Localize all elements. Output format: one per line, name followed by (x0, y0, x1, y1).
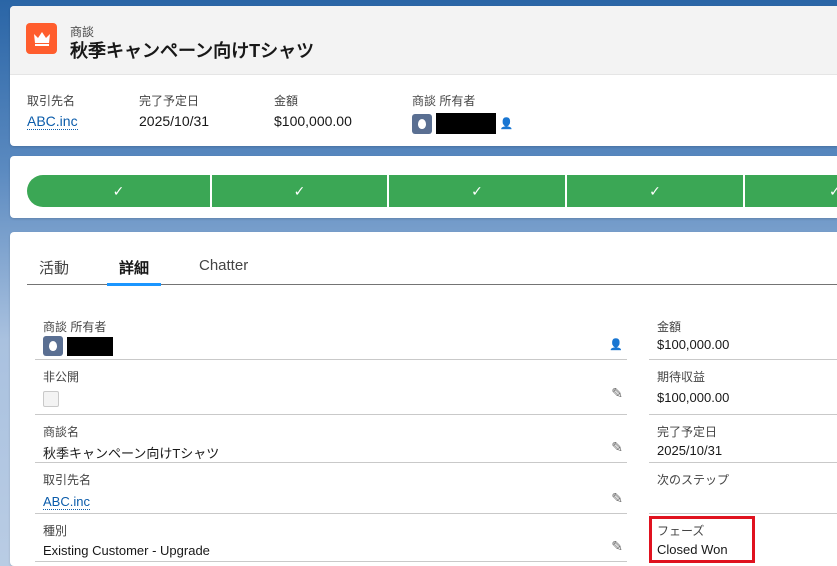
field-label: 商談 所有者 (43, 320, 107, 334)
field-next-step: 次のステップ (649, 463, 837, 514)
field-private: 非公開 ✎ (35, 360, 627, 415)
field-label: 期待収益 (657, 370, 706, 384)
field-label: 商談名 (43, 425, 80, 439)
field-type: 種別 Existing Customer - Upgrade ✎ (35, 514, 627, 562)
path-stage-3[interactable]: ✓ (389, 175, 565, 207)
check-icon: ✓ (649, 182, 661, 199)
field-expected-revenue: 期待収益 $100,000.00 (649, 360, 837, 415)
owner-avatar[interactable] (412, 113, 432, 134)
path-stage-5[interactable]: ✓ (745, 175, 837, 207)
field-label: 取引先名 (43, 473, 92, 487)
field-value: $100,000.00 (657, 390, 730, 405)
field-opportunity-name: 商談名秋季キャンペーン向けTシャツ ✎ (35, 415, 627, 463)
field-value: $100,000.00 (657, 337, 730, 352)
tab-chatter[interactable]: Chatter (199, 257, 248, 274)
pencil-icon[interactable]: ✎ (611, 385, 623, 402)
account-link[interactable]: ABC.inc (43, 494, 90, 510)
owner-avatar[interactable] (43, 336, 63, 356)
field-label: 非公開 (43, 370, 80, 384)
field-value: 秋季キャンペーン向けTシャツ (43, 446, 220, 461)
field-value: 2025/10/31 (657, 443, 723, 458)
header-field-amount: 金額 $100,000.00 (274, 92, 352, 129)
check-icon: ✓ (829, 182, 837, 199)
check-icon: ✓ (293, 182, 306, 199)
field-label: 次のステップ (657, 473, 730, 487)
record-header: 商談 秋季キャンペーン向けTシャツ 取引先名 ABC.inc 完了予定日 2025/… (10, 6, 837, 146)
record-title: 秋季キャンペーン向けTシャツ (70, 41, 315, 61)
field-close-date: 完了予定日 2025/10/31 (649, 415, 837, 463)
redacted-owner-name[interactable] (435, 113, 496, 134)
header-field-account: 取引先名 ABC.inc (27, 92, 78, 130)
sales-path: ✓ ✓ ✓ ✓ ✓ (10, 156, 837, 218)
path-stage-4[interactable]: ✓ (567, 175, 743, 207)
field-value: Existing Customer - Upgrade (43, 543, 210, 558)
field-label: 商談 所有者 (412, 94, 476, 108)
field-label: 金額 (657, 320, 682, 334)
field-value: $100,000.00 (274, 113, 352, 129)
field-label: 取引先名 (27, 94, 76, 108)
redacted-owner-name[interactable] (66, 336, 113, 356)
field-amount: 金額 $100,000.00 (649, 310, 837, 360)
check-icon: ✓ (112, 182, 125, 199)
field-label: 完了予定日 (139, 94, 200, 108)
field-label: 完了予定日 (657, 425, 718, 439)
pencil-icon[interactable]: ✎ (611, 490, 623, 507)
path-stage-2[interactable]: ✓ (212, 175, 387, 207)
pencil-icon[interactable]: ✎ (611, 439, 623, 456)
field-account: 取引先名 ABC.inc ✎ (35, 463, 627, 514)
tab-bar: 活動 詳細 Chatter (27, 250, 837, 286)
check-icon: ✓ (471, 182, 483, 199)
field-label: 種別 (43, 524, 68, 538)
change-owner-icon[interactable]: 👤 (500, 118, 514, 130)
tab-details[interactable]: 詳細 (106, 257, 162, 286)
header-field-owner: 商談 所有者 👤 (412, 92, 513, 134)
field-label: 金額 (274, 94, 299, 108)
crown-icon (26, 23, 57, 54)
highlight-box (649, 516, 755, 563)
path-stage-1[interactable]: ✓ (27, 175, 210, 207)
tab-activity[interactable]: 活動 (39, 257, 69, 278)
private-checkbox[interactable] (43, 391, 59, 407)
change-owner-icon[interactable]: 👤 (609, 338, 623, 351)
field-value: 2025/10/31 (139, 113, 210, 129)
pencil-icon[interactable]: ✎ (611, 538, 623, 555)
account-link[interactable]: ABC.inc (27, 113, 78, 130)
header-field-close-date: 完了予定日 2025/10/31 (139, 92, 209, 129)
field-owner: 商談 所有者 👤 (35, 310, 627, 360)
